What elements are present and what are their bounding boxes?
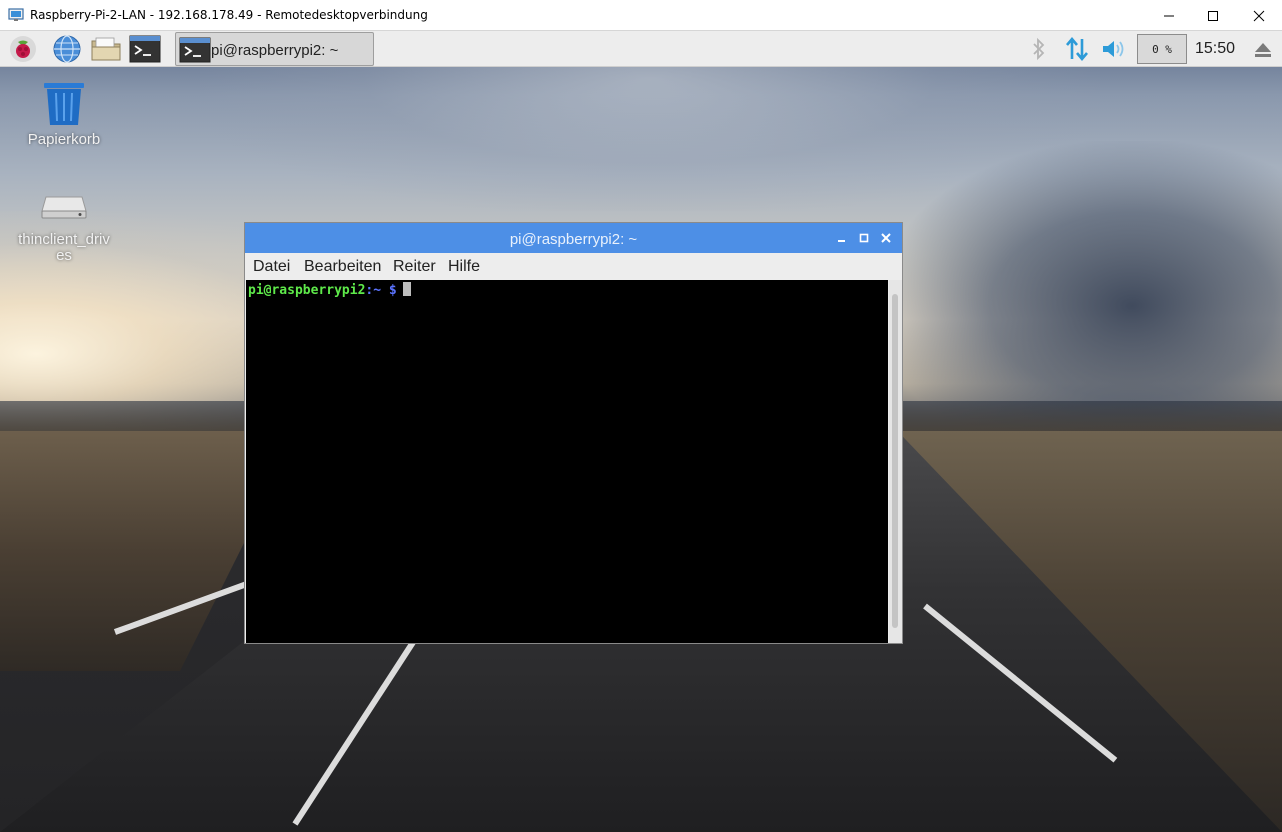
file-manager-icon [91,37,121,61]
menu-hilfe[interactable]: Hilfe [448,258,480,276]
terminal-icon [179,37,211,63]
terminal-menubar: Datei Bearbeiten Reiter Hilfe [245,253,902,280]
web-browser-button[interactable] [51,34,83,64]
cpu-usage-value: 0 % [1152,42,1172,56]
minimize-button[interactable] [1146,0,1192,31]
taskbar-terminal-label: pi@raspberrypi2: ~ [211,42,339,59]
desktop-item-label: Papierkorb [27,131,101,148]
network-tray-button[interactable] [1063,36,1091,62]
terminal-title: pi@raspberrypi2: ~ [509,231,638,248]
remote-desktop[interactable]: pi@raspberrypi2: ~ 0 % 15:50 Papierkorb … [0,31,1282,832]
desktop-item-drive[interactable]: thinclient_drives [9,193,119,264]
close-button[interactable] [1236,0,1282,31]
maximize-button[interactable] [1190,0,1236,31]
bluetooth-tray-button[interactable] [1028,37,1050,61]
desktop-item-label: thinclient_drives [18,231,110,264]
desktop-item-trash[interactable]: Papierkorb [9,81,119,148]
text-cursor [402,282,411,296]
terminal-output[interactable]: pi@raspberrypi2:~ $ [246,280,888,643]
menu-reiter[interactable]: Reiter [393,258,436,276]
close-icon [1253,10,1265,21]
prompt-user: pi@raspberrypi2 [248,283,366,298]
remote-desktop-icon [8,8,24,21]
eject-tray-button[interactable] [1250,39,1276,61]
close-icon [881,233,891,243]
prompt-path: :~ $ [365,283,397,298]
eject-icon [1255,43,1271,57]
cpu-usage-monitor[interactable]: 0 % [1137,34,1187,64]
trash-icon [44,83,84,125]
lxde-panel: pi@raspberrypi2: ~ 0 % 15:50 [0,31,1282,67]
terminal-window[interactable]: pi@raspberrypi2: ~ Datei Bearbeiten Reit… [244,222,903,644]
maximize-icon [859,233,869,243]
shell-prompt: pi@raspberrypi2:~ $ [248,282,411,298]
rdp-titlebar: Raspberry-Pi-2-LAN - 192.168.178.49 - Re… [0,0,1282,31]
terminal-scrollbar[interactable] [889,280,902,643]
rdp-window-title: Raspberry-Pi-2-LAN - 192.168.178.49 - Re… [30,8,428,22]
maximize-icon [1208,10,1218,21]
raspberry-menu-button[interactable] [7,34,39,64]
scrollbar-thumb[interactable] [892,294,898,628]
minimize-icon [1164,15,1174,16]
minimize-icon [838,240,845,242]
drive-icon [41,196,87,219]
terminal-minimize-button[interactable] [834,230,850,246]
terminal-maximize-button[interactable] [856,230,872,246]
menu-datei[interactable]: Datei [253,258,290,276]
terminal-titlebar[interactable]: pi@raspberrypi2: ~ [245,223,902,253]
terminal-close-button[interactable] [878,230,894,246]
taskbar-terminal-button[interactable]: pi@raspberrypi2: ~ [175,32,374,66]
terminal-launcher-button[interactable] [129,34,161,64]
web-browser-icon [53,35,81,63]
file-manager-button[interactable] [90,34,122,64]
network-arrows-icon [1066,36,1088,62]
raspberry-menu-icon [10,36,36,62]
speaker-volume-icon [1103,41,1124,57]
wallpaper-dark-clouds [880,141,1282,441]
terminal-icon [129,35,161,63]
panel-clock[interactable]: 15:50 [1195,40,1235,58]
bluetooth-icon [1033,37,1045,61]
volume-tray-button[interactable] [1100,37,1128,61]
menu-bearbeiten[interactable]: Bearbeiten [304,258,381,276]
